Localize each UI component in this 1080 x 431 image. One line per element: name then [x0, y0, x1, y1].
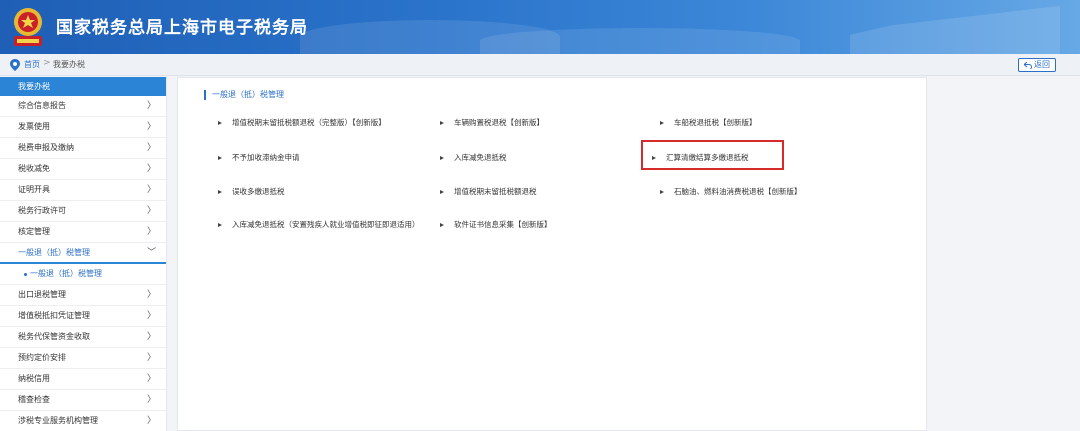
sidebar-item[interactable]: 稽查检查 〉	[0, 390, 166, 411]
breadcrumb-current: 我要办税	[53, 60, 85, 69]
sidebar-item[interactable]: 核定管理 〉	[0, 222, 166, 243]
sidebar-item-label: 预约定价安排	[18, 353, 66, 362]
service-link-label: 增值税期末留抵税额退税	[454, 187, 537, 196]
chevron-right-icon: 〉	[146, 206, 156, 216]
sidebar-item-label: 出口退税管理	[18, 290, 66, 299]
service-link[interactable]: 误收多缴退抵税	[218, 186, 285, 197]
service-link-label: 入库减免退抵税（安置残疾人就业增值税即征即退适用）	[232, 220, 420, 229]
chevron-right-icon: 〉	[146, 164, 156, 174]
service-link[interactable]: 石脑油、燃料油消费税退税【创新版】	[660, 186, 802, 197]
triangle-bullet-icon	[440, 190, 444, 194]
tax-emblem-icon	[14, 8, 42, 46]
sidebar-item-label: 纳税信用	[18, 374, 50, 383]
sidebar-subitem-label: 一般退（抵）税管理	[30, 269, 102, 278]
sidebar-header[interactable]: 我要办税	[0, 77, 166, 96]
back-button-label: 返回	[1034, 60, 1050, 69]
sidebar-item-label: 税费申报及缴纳	[18, 143, 74, 152]
chevron-right-icon: 〉	[146, 353, 156, 363]
service-link[interactable]: 入库减免退抵税	[440, 152, 507, 163]
chevron-right-icon: 〉	[146, 143, 156, 153]
service-link-label: 车辆购置税退税【创新版】	[454, 118, 544, 127]
bullet-icon	[24, 273, 27, 276]
service-link[interactable]: 增值税期末留抵税额退税	[440, 186, 537, 197]
service-link-label: 增值税期末留抵税额退税（完整版）【创新版】	[232, 118, 386, 127]
highlight-box	[641, 140, 784, 170]
location-pin-icon	[10, 59, 20, 71]
chevron-right-icon: 〉	[146, 332, 156, 342]
triangle-bullet-icon	[440, 156, 444, 160]
sidebar-item[interactable]: 综合信息报告 〉	[0, 96, 166, 117]
return-arrow-icon	[1024, 61, 1032, 69]
sidebar-item[interactable]: 证明开具 〉	[0, 180, 166, 201]
breadcrumb-home-link[interactable]: 首页	[24, 59, 40, 70]
site-header: 国家税务总局上海市电子税务局	[0, 0, 1080, 54]
sidebar-subitem[interactable]: 一般退（抵）税管理	[0, 264, 166, 285]
service-link-label: 入库减免退抵税	[454, 153, 507, 162]
sidebar-item[interactable]: 出口退税管理 〉	[0, 285, 166, 306]
chevron-right-icon: 〉	[146, 101, 156, 111]
sidebar-item-active[interactable]: 一般退（抵）税管理 ﹀	[0, 243, 166, 264]
sidebar-item-label: 发票使用	[18, 122, 50, 131]
chevron-down-icon: ﹀	[146, 248, 156, 258]
sidebar-item-label: 税务代保管资金收取	[18, 332, 90, 341]
service-link-label: 车船税退抵税【创新版】	[674, 118, 757, 127]
service-link-label: 石脑油、燃料油消费税退税【创新版】	[674, 187, 802, 196]
chevron-right-icon: 〉	[146, 290, 156, 300]
service-link[interactable]: 车船税退抵税【创新版】	[660, 117, 757, 128]
sidebar-item-label: 核定管理	[18, 227, 50, 236]
sidebar-item-label: 一般退（抵）税管理	[18, 248, 90, 257]
service-link-label: 不予加收滞纳金申请	[232, 153, 300, 162]
breadcrumb: 首页 > 我要办税 返回	[0, 54, 1080, 76]
breadcrumb-separator: >	[43, 58, 51, 68]
sidebar-item-label: 稽查检查	[18, 395, 50, 404]
sidebar-item[interactable]: 预约定价安排 〉	[0, 348, 166, 369]
triangle-bullet-icon	[660, 121, 664, 125]
triangle-bullet-icon	[440, 223, 444, 227]
service-link-label: 误收多缴退抵税	[232, 187, 285, 196]
sidebar-item-label: 税收减免	[18, 164, 50, 173]
chevron-right-icon: 〉	[146, 185, 156, 195]
sidebar-item-label: 税务行政许可	[18, 206, 66, 215]
service-link[interactable]: 不予加收滞纳金申请	[218, 152, 300, 163]
sidebar-item-label: 证明开具	[18, 185, 50, 194]
triangle-bullet-icon	[218, 121, 222, 125]
sidebar: 我要办税 综合信息报告〉 发票使用〉 税费申报及缴纳〉 税收减免〉 证明开具〉 …	[0, 77, 167, 431]
main-panel: 一般退（抵）税管理 增值税期末留抵税额退税（完整版）【创新版】 车辆购置税退税【…	[177, 77, 927, 431]
chevron-right-icon: 〉	[146, 227, 156, 237]
sidebar-item[interactable]: 纳税信用 〉	[0, 369, 166, 390]
sidebar-item[interactable]: 涉税专业服务机构管理 〉	[0, 411, 166, 431]
triangle-bullet-icon	[440, 121, 444, 125]
sidebar-item[interactable]: 税费申报及缴纳 〉	[0, 138, 166, 159]
sidebar-item-label: 综合信息报告	[18, 101, 66, 110]
sidebar-item[interactable]: 发票使用 〉	[0, 117, 166, 138]
service-link[interactable]: 入库减免退抵税（安置残疾人就业增值税即征即退适用）	[218, 219, 420, 230]
section-title: 一般退（抵）税管理	[204, 90, 284, 100]
sidebar-item[interactable]: 税务行政许可 〉	[0, 201, 166, 222]
service-link[interactable]: 车辆购置税退税【创新版】	[440, 117, 544, 128]
site-title: 国家税务总局上海市电子税务局	[56, 18, 308, 38]
chevron-right-icon: 〉	[146, 416, 156, 426]
service-link-label: 软件证书信息采集【创新版】	[454, 220, 552, 229]
sidebar-item[interactable]: 税务代保管资金收取 〉	[0, 327, 166, 348]
sidebar-item-label: 涉税专业服务机构管理	[18, 416, 98, 425]
back-button[interactable]: 返回	[1018, 58, 1056, 72]
triangle-bullet-icon	[218, 223, 222, 227]
chevron-right-icon: 〉	[146, 122, 156, 132]
triangle-bullet-icon	[660, 190, 664, 194]
chevron-right-icon: 〉	[146, 374, 156, 384]
service-link[interactable]: 软件证书信息采集【创新版】	[440, 219, 552, 230]
chevron-right-icon: 〉	[146, 311, 156, 321]
chevron-right-icon: 〉	[146, 395, 156, 405]
sidebar-item[interactable]: 增值税抵扣凭证管理 〉	[0, 306, 166, 327]
sidebar-item-label: 增值税抵扣凭证管理	[18, 311, 90, 320]
triangle-bullet-icon	[218, 156, 222, 160]
sidebar-item[interactable]: 税收减免 〉	[0, 159, 166, 180]
service-link[interactable]: 增值税期末留抵税额退税（完整版）【创新版】	[218, 117, 386, 128]
header-mountain-decoration	[480, 28, 800, 54]
great-wall-decoration	[850, 6, 1060, 54]
triangle-bullet-icon	[218, 190, 222, 194]
